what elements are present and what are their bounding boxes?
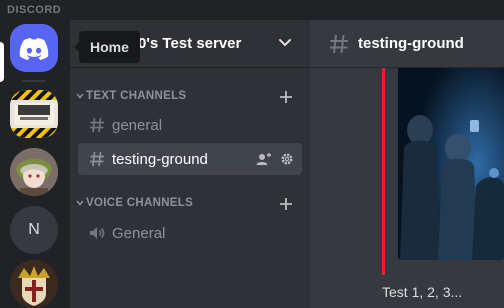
chevron-down-icon bbox=[279, 39, 291, 47]
chat-area: testing-ground Test 1, 2, 3... bbox=[310, 20, 504, 308]
embed-image-figures bbox=[398, 68, 504, 260]
create-channel-plus-icon[interactable] bbox=[278, 196, 294, 212]
embed-accent-bar bbox=[382, 68, 385, 275]
server-avatar[interactable] bbox=[10, 148, 58, 196]
embed-image[interactable] bbox=[398, 68, 504, 260]
guild-name: 0's Test server bbox=[138, 35, 242, 52]
message-text: Test 1, 2, 3... bbox=[382, 284, 463, 300]
app-brand: DISCORD bbox=[7, 4, 62, 16]
work-in-progress-server-icon bbox=[10, 90, 58, 138]
chat-header: testing-ground bbox=[310, 20, 504, 68]
discord-logo-icon bbox=[19, 38, 49, 60]
chat-channel-title: testing-ground bbox=[358, 35, 464, 52]
channel-testing-ground[interactable]: testing-ground bbox=[78, 143, 302, 175]
selected-indicator bbox=[0, 42, 4, 82]
channel-label: General bbox=[112, 225, 166, 242]
channel-voice-general[interactable]: General bbox=[78, 217, 302, 249]
create-channel-plus-icon[interactable] bbox=[278, 89, 294, 105]
invite-member-icon[interactable] bbox=[256, 152, 272, 166]
server-n[interactable]: N bbox=[10, 206, 58, 254]
channel-label: testing-ground bbox=[112, 151, 208, 168]
category-text-channels[interactable]: TEXT CHANNELS bbox=[74, 88, 306, 106]
caret-down-icon bbox=[76, 93, 84, 99]
crest-server-icon bbox=[10, 260, 58, 308]
category-label: VOICE CHANNELS bbox=[86, 197, 194, 209]
server-rail: N bbox=[0, 20, 70, 308]
caret-down-icon bbox=[76, 200, 84, 206]
channel-sidebar: 0's Test server TEXT CHANNELS general te… bbox=[70, 20, 310, 308]
server-crest[interactable] bbox=[10, 260, 58, 308]
home-button[interactable] bbox=[10, 24, 58, 72]
avatar-server-icon bbox=[10, 148, 58, 196]
tooltip-label: Home bbox=[90, 39, 129, 55]
rail-separator bbox=[22, 80, 46, 82]
hash-icon bbox=[330, 34, 348, 54]
server-initial: N bbox=[28, 221, 40, 238]
channel-general[interactable]: general bbox=[78, 109, 302, 141]
channel-label: general bbox=[112, 117, 163, 134]
hash-icon bbox=[90, 117, 104, 133]
speaker-icon bbox=[90, 227, 105, 239]
home-tooltip: Home bbox=[74, 31, 140, 63]
channel-actions bbox=[256, 152, 294, 170]
category-voice-channels[interactable]: VOICE CHANNELS bbox=[74, 195, 306, 213]
gear-icon[interactable] bbox=[280, 152, 294, 166]
title-bar: DISCORD bbox=[0, 0, 504, 20]
category-label: TEXT CHANNELS bbox=[86, 90, 187, 102]
hash-icon bbox=[90, 151, 104, 167]
server-work-in-progress[interactable] bbox=[10, 90, 58, 138]
